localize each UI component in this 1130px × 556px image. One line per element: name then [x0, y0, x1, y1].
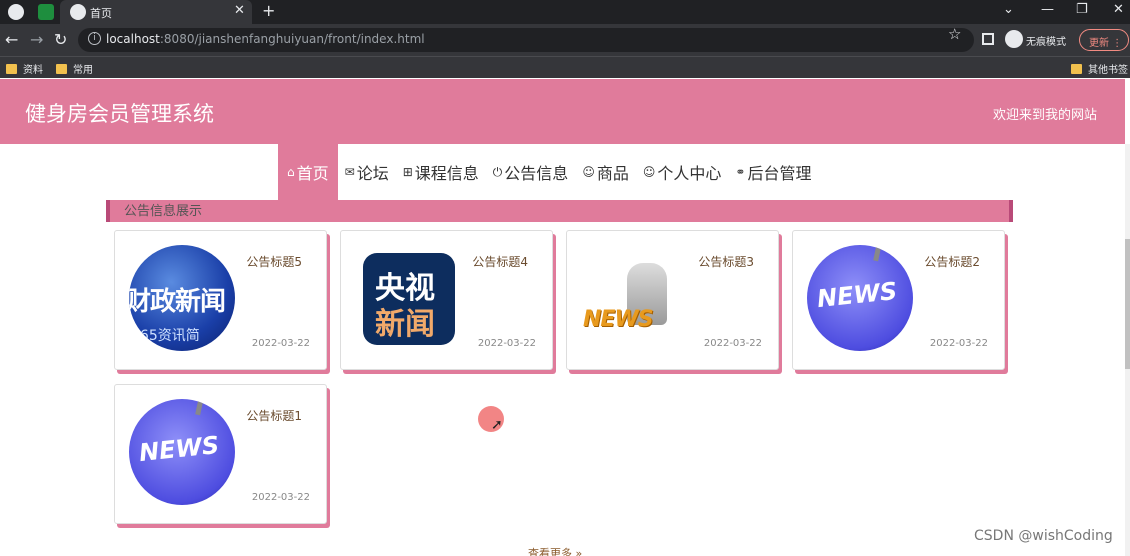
announcement-title[interactable]: 公告标题2 [924, 253, 980, 270]
nav-home[interactable]: ⌂ 首页 [278, 144, 338, 200]
site-header: 健身房会员管理系统 欢迎来到我的网站 [0, 79, 1125, 144]
scrollbar-thumb[interactable] [1125, 239, 1130, 369]
power-icon: ⏻ [492, 164, 503, 179]
announcement-thumbnail: NEWS [581, 245, 687, 351]
nav-admin[interactable]: ⚭ 后台管理 [728, 144, 818, 200]
main-nav: ⌂ 首页 ✉ 论坛 ⊞ 课程信息 ⏻ 公告信息 ☺ 商品 ☺ 个人中心 ⚭ 后台管理 [278, 144, 818, 200]
sheets-tab-icon[interactable] [38, 4, 54, 20]
section-title: 公告信息展示 [124, 204, 203, 219]
bookmarks-bar: 资料 常用 其他书签 [0, 56, 1130, 78]
announcement-thumbnail: NEWS [807, 245, 913, 351]
user-icon: ☺ [642, 165, 656, 179]
link-icon: ⚭ [735, 165, 746, 179]
side-panel-icon[interactable] [982, 33, 994, 45]
address-bar-row: ← → ↻ i localhost:8080/jianshenfanghuiyu… [0, 24, 1130, 56]
site-title: 健身房会员管理系统 [25, 102, 214, 126]
forward-icon[interactable]: → [30, 30, 43, 49]
incognito-icon[interactable] [1005, 30, 1023, 48]
announcement-card[interactable]: 央视 新闻 公告标题4 2022-03-22 [340, 230, 553, 370]
restore-icon[interactable]: ❐ [1076, 2, 1088, 17]
update-button[interactable]: 更新 ⋮ [1079, 29, 1129, 51]
tab-home[interactable] [60, 0, 252, 24]
bookmark-folder-ziliao[interactable]: 资料 [6, 61, 43, 76]
announcement-date: 2022-03-22 [929, 338, 988, 349]
announcement-date: 2022-03-22 [477, 338, 536, 349]
url-input[interactable]: i localhost:8080/jianshenfanghuiyuan/fro… [78, 28, 974, 52]
close-window-icon[interactable]: ✕ [1113, 2, 1124, 17]
bookmark-folder-changyong[interactable]: 常用 [56, 61, 93, 76]
smile-icon: ☺ [582, 165, 595, 179]
reload-icon[interactable]: ↻ [54, 30, 67, 49]
announcement-card[interactable]: NEWS 公告标题1 2022-03-22 [114, 384, 327, 524]
announcement-card[interactable]: NEWS 公告标题2 2022-03-22 [792, 230, 1005, 370]
folder-icon [6, 64, 17, 74]
announcement-card[interactable]: 财政新闻 365资讯简 公告标题5 2022-03-22 [114, 230, 327, 370]
bookmark-star-icon[interactable]: ☆ [948, 25, 961, 43]
bookmark-folder-other[interactable]: 其他书签 [1071, 61, 1128, 76]
info-icon[interactable]: i [88, 32, 101, 45]
announcement-date: 2022-03-22 [251, 492, 310, 503]
nav-courses[interactable]: ⊞ 课程信息 [396, 144, 486, 200]
back-icon[interactable]: ← [5, 30, 18, 49]
new-tab-icon[interactable]: + [262, 1, 275, 20]
nav-announcements[interactable]: ⏻ 公告信息 [486, 144, 576, 200]
announcement-thumbnail: 央视 新闻 [363, 253, 455, 345]
folder-icon [1071, 64, 1082, 74]
folder-icon [56, 64, 67, 74]
announcement-date: 2022-03-22 [703, 338, 762, 349]
globe-icon [70, 4, 86, 20]
announcement-title[interactable]: 公告标题1 [246, 407, 302, 424]
announcement-thumbnail: NEWS [129, 399, 235, 505]
announcement-thumbnail: 财政新闻 365资讯简 [129, 245, 235, 351]
mouse-cursor-icon: ➚ [491, 417, 503, 433]
view-more-link[interactable]: 查看更多 » [528, 545, 582, 556]
announcement-title[interactable]: 公告标题5 [246, 253, 302, 270]
minimize-icon[interactable]: — [1041, 2, 1054, 17]
nav-forum[interactable]: ✉ 论坛 [338, 144, 396, 200]
globe-icon[interactable] [8, 4, 24, 20]
page-content: 健身房会员管理系统 欢迎来到我的网站 ⌂ 首页 ✉ 论坛 ⊞ 课程信息 ⏻ 公告信息 ☺… [0, 79, 1130, 556]
home-icon: ⌂ [287, 165, 295, 179]
nav-products[interactable]: ☺ 商品 [575, 144, 636, 200]
tab-search-icon[interactable]: ⌄ [1003, 2, 1014, 17]
tab-close-icon[interactable]: ✕ [234, 3, 245, 18]
mail-icon: ✉ [344, 165, 355, 179]
announcement-date: 2022-03-22 [251, 338, 310, 349]
tab-title: 首页 [90, 7, 112, 20]
nav-profile[interactable]: ☺ 个人中心 [636, 144, 729, 200]
announcement-title[interactable]: 公告标题4 [472, 253, 528, 270]
url-text: localhost:8080/jianshenfanghuiyuan/front… [106, 32, 425, 46]
page-scrollbar[interactable] [1125, 144, 1130, 556]
browser-tab-bar: 首页 ✕ + ⌄ — ❐ ✕ [0, 0, 1130, 24]
section-header: 公告信息展示 [106, 200, 1013, 222]
announcement-card[interactable]: NEWS 公告标题3 2022-03-22 [566, 230, 779, 370]
announcement-title[interactable]: 公告标题3 [698, 253, 754, 270]
grid-icon: ⊞ [402, 165, 413, 179]
welcome-text: 欢迎来到我的网站 [992, 108, 1097, 123]
incognito-label: 无痕模式 [1026, 37, 1066, 48]
csdn-watermark: CSDN @wishCoding [974, 528, 1113, 544]
